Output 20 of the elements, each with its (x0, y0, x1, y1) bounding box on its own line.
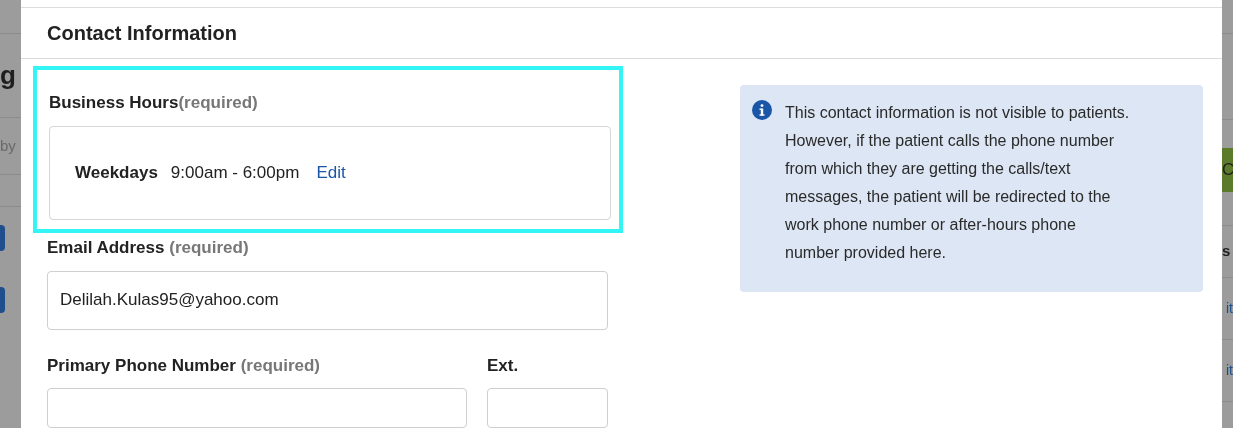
notice-text: This contact information is not visible to patients. However, if the patient calls the phone number from which they are getting the calls/text messages, the patient will be redirected to the work phone number or after-hours phone number provided here. (785, 103, 1131, 263)
field-label: Email Address (required) (47, 237, 250, 259)
page-link[interactable]: it (1226, 298, 1233, 319)
info-icon (752, 100, 772, 120)
phone-field[interactable] (47, 388, 467, 428)
page-button[interactable]: C (1222, 148, 1233, 192)
day-label: Weekdays (75, 161, 158, 184)
modal-title: Contact Information (47, 20, 237, 46)
field-label: Ext. (487, 354, 520, 377)
page-heading: s (1222, 241, 1231, 262)
page-heading: g (0, 59, 16, 92)
page-button[interactable] (0, 287, 5, 313)
edit-link[interactable]: Edit (316, 159, 346, 186)
email-field[interactable]: Delilah.Kulas95@yahoo.com (47, 270, 608, 330)
field-label: Primary Phone Number (required) (47, 354, 322, 377)
page-link[interactable]: it (1226, 360, 1233, 381)
hours-text: 9:00am - 6:00pm (170, 161, 300, 184)
field-label: Business Hours(required) (49, 92, 259, 114)
page-button[interactable] (0, 225, 5, 251)
extension-field[interactable] (487, 388, 608, 428)
